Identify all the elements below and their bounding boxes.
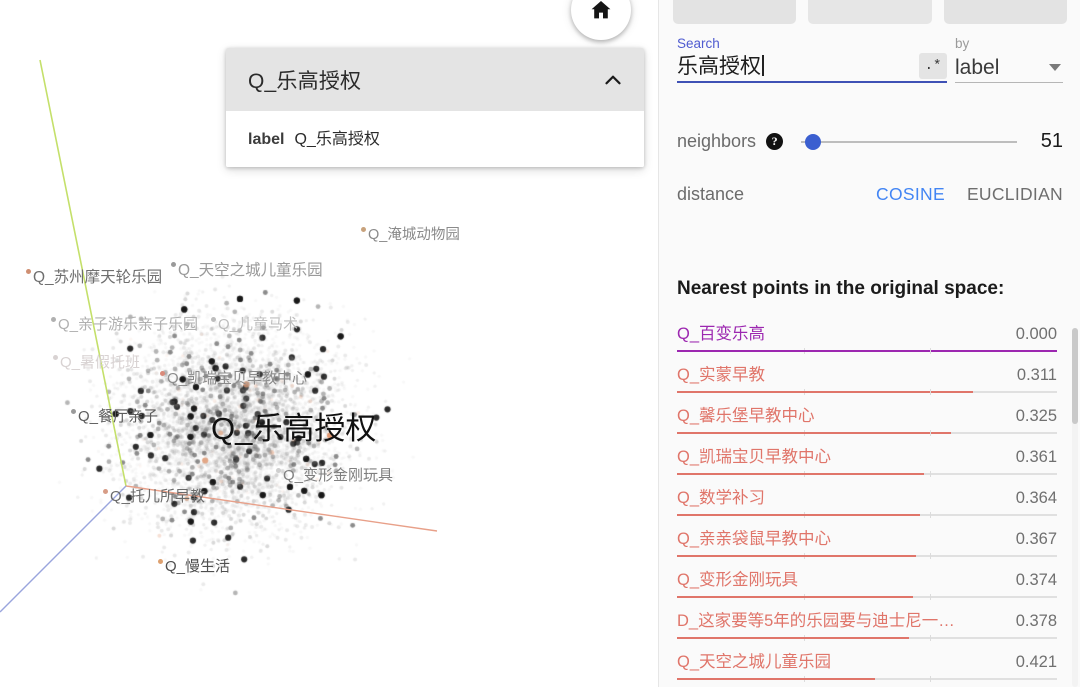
nearest-point-label[interactable]: Q_变形金刚玩具 xyxy=(677,566,1006,590)
regex-toggle-button[interactable]: .* xyxy=(919,53,947,79)
neighbors-slider-thumb[interactable] xyxy=(805,133,822,150)
scatter-point-dot[interactable] xyxy=(361,227,366,232)
nearest-point-label[interactable]: Q_实蒙早教 xyxy=(677,361,1007,385)
nearest-point-distance: 0.374 xyxy=(1015,571,1057,589)
search-by-label: by xyxy=(955,36,970,51)
scatter-point-dot[interactable] xyxy=(103,489,108,494)
neighbors-value: 51 xyxy=(1040,130,1063,152)
nearest-point-row[interactable]: Q_凯瑞宝贝早教中心 0.361 xyxy=(677,443,1057,484)
nearest-points-list[interactable]: Q_百变乐高 0.000 Q_实蒙早教 0.311 Q_馨乐堡早教中心 0.325 Q_凯瑞… xyxy=(659,320,1080,687)
nearest-point-bar-track xyxy=(677,512,1057,518)
scatter-point-dot[interactable] xyxy=(26,269,31,274)
scatter-point-dot[interactable] xyxy=(158,559,163,564)
nearest-point-row[interactable]: Q_亲亲袋鼠早教中心 0.367 xyxy=(677,525,1057,566)
metadata-key: label xyxy=(248,131,285,148)
search-input-row[interactable]: 乐高授权 .* xyxy=(677,53,947,83)
search-input-text: 乐高授权 xyxy=(677,55,761,78)
selected-point-title: Q_乐高授权 xyxy=(248,69,362,93)
nearest-point-row[interactable]: Q_百变乐高 0.000 xyxy=(677,320,1057,361)
selected-point-card[interactable]: Q_乐高授权 label Q_乐高授权 xyxy=(226,48,644,167)
inspector-scrollbar[interactable] xyxy=(1072,328,1078,687)
scatter-point-dot[interactable] xyxy=(71,409,76,414)
nearest-point-bar-fill xyxy=(677,350,1057,352)
inspector-panel: Search 乐高授权 .* by label neighbors ? 51 d… xyxy=(658,0,1080,687)
scatter-point-dot[interactable] xyxy=(211,317,216,322)
nearest-point-bar-fill xyxy=(677,473,924,475)
nearest-point-label[interactable]: Q_亲亲袋鼠早教中心 xyxy=(677,525,1006,549)
neighbors-slider[interactable] xyxy=(801,133,1017,150)
nearest-point-bar-fill xyxy=(677,637,909,639)
search-label: Search xyxy=(677,36,720,51)
nearest-point-row[interactable]: Q_实蒙早教 0.311 xyxy=(677,361,1057,402)
distance-option-euclidian[interactable]: EUCLIDIAN xyxy=(967,184,1063,205)
nearest-point-row[interactable]: Q_馨乐堡早教中心 0.325 xyxy=(677,402,1057,443)
distance-control[interactable]: distance COSINE EUCLIDIAN xyxy=(659,184,1080,205)
search-input[interactable]: 乐高授权 xyxy=(677,53,919,81)
nearest-point-bar-fill xyxy=(677,514,921,516)
search-field[interactable]: Search 乐高授权 .* xyxy=(677,36,947,83)
neighbors-label: neighbors xyxy=(677,131,757,151)
nearest-point-distance: 0.361 xyxy=(1015,448,1057,466)
nearest-point-distance: 0.000 xyxy=(1015,325,1057,343)
nearest-point-bar-track xyxy=(677,594,1057,600)
neighbors-control[interactable]: neighbors ? 51 xyxy=(659,130,1080,153)
nearest-point-label[interactable]: Q_数学补习 xyxy=(677,484,1006,508)
scatter-point-dot[interactable] xyxy=(160,371,165,376)
nearest-point-row[interactable]: Q_天空之城儿童乐园 0.421 xyxy=(677,648,1057,687)
tab-filter[interactable] xyxy=(943,0,1067,24)
nearest-point-bar-track xyxy=(677,389,1057,395)
inspector-scrollbar-thumb[interactable] xyxy=(1072,328,1078,424)
nearest-point-label[interactable]: Q_天空之城儿童乐园 xyxy=(677,648,1006,672)
tab-bookmarks[interactable] xyxy=(673,0,797,24)
help-icon[interactable]: ? xyxy=(766,133,784,150)
metadata-value: Q_乐高授权 xyxy=(294,131,380,148)
search-by-field[interactable]: by label xyxy=(955,36,1063,83)
nearest-point-distance: 0.311 xyxy=(1016,366,1057,384)
search-by-value: label xyxy=(955,55,1000,79)
nearest-point-label[interactable]: Q_百变乐高 xyxy=(677,320,1006,344)
scatter-point-dot[interactable] xyxy=(51,317,56,322)
chevron-up-icon[interactable] xyxy=(600,67,626,93)
nearest-point-bar-track xyxy=(677,553,1057,559)
nearest-point-distance: 0.378 xyxy=(1015,612,1057,630)
search-block: Search 乐高授权 .* by label xyxy=(659,36,1080,83)
scatter-point-dot[interactable] xyxy=(171,262,176,267)
text-caret xyxy=(762,55,764,76)
embedding-projector-app: Q_淹城动物园 Q_苏州摩天轮乐园 Q_天空之城儿童乐园 Q_亲子游乐亲子乐园 Q_儿童… xyxy=(0,0,1080,687)
tab-selection[interactable] xyxy=(808,0,932,24)
scatter-point-dot[interactable] xyxy=(53,355,58,360)
distance-label: distance xyxy=(677,184,745,204)
nearest-point-distance: 0.364 xyxy=(1015,489,1057,507)
nearest-point-distance: 0.367 xyxy=(1015,530,1057,548)
nearest-point-bar-track xyxy=(677,676,1057,682)
nearest-point-bar-track xyxy=(677,430,1057,436)
nearest-point-row[interactable]: Q_变形金刚玩具 0.374 xyxy=(677,566,1057,607)
chevron-down-icon[interactable] xyxy=(1049,64,1061,71)
scatter-plot-panel[interactable]: Q_淹城动物园 Q_苏州摩天轮乐园 Q_天空之城儿童乐园 Q_亲子游乐亲子乐园 Q_儿童… xyxy=(0,0,658,687)
nearest-points-title: Nearest points in the original space: xyxy=(677,278,1005,299)
nearest-point-distance: 0.325 xyxy=(1015,407,1057,425)
nearest-point-bar-track xyxy=(677,348,1057,354)
nearest-point-bar-track xyxy=(677,471,1057,477)
nearest-point-label[interactable]: Q_馨乐堡早教中心 xyxy=(677,402,1006,426)
nearest-point-bar-fill xyxy=(677,555,917,557)
nearest-point-distance: 0.421 xyxy=(1015,653,1057,671)
search-by-select[interactable]: label xyxy=(955,53,1063,83)
nearest-point-bar-fill xyxy=(677,596,913,598)
nearest-point-row[interactable]: D_这家要等5年的乐园要与迪士尼一… 0.378 xyxy=(677,607,1057,648)
selected-point-metadata: label Q_乐高授权 xyxy=(226,111,644,167)
nearest-point-label[interactable]: D_这家要等5年的乐园要与迪士尼一… xyxy=(677,607,1006,631)
home-icon xyxy=(591,1,611,19)
nearest-point-bar-track xyxy=(677,635,1057,641)
nearest-point-bar-fill xyxy=(677,391,974,393)
scatter-point-dot[interactable] xyxy=(276,468,281,473)
inspector-tab-row[interactable] xyxy=(659,0,1080,24)
selected-point-card-header[interactable]: Q_乐高授权 xyxy=(226,48,644,111)
nearest-point-label[interactable]: Q_凯瑞宝贝早教中心 xyxy=(677,443,1006,467)
nearest-point-bar-fill xyxy=(677,432,951,434)
nearest-point-row[interactable]: Q_数学补习 0.364 xyxy=(677,484,1057,525)
nearest-point-bar-fill xyxy=(677,678,875,680)
distance-option-cosine[interactable]: COSINE xyxy=(876,184,945,205)
